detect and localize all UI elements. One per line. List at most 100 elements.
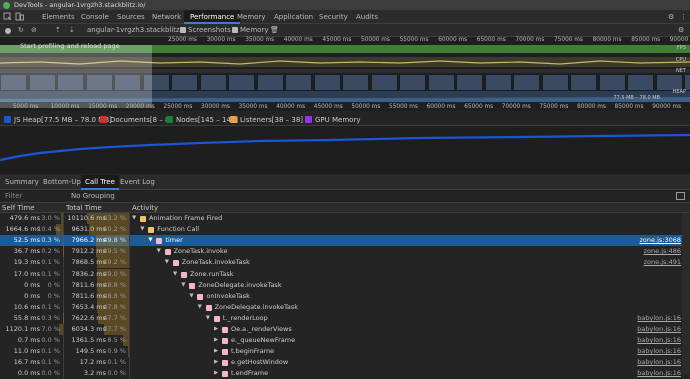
- expanded-arrow-icon[interactable]: ▼: [206, 313, 210, 324]
- table-row[interactable]: 1664.6 ms10.4 %9631.0 ms60.2 %▼Function …: [0, 224, 690, 235]
- source-link[interactable]: babylon.js:16: [637, 324, 681, 335]
- memory-legend-item[interactable]: JS Heap[77.5 MB – 78.0 MB]: [4, 114, 112, 126]
- collapsed-arrow-icon[interactable]: ▶: [214, 324, 218, 335]
- expanded-arrow-icon[interactable]: ▼: [157, 246, 161, 257]
- clear-icon[interactable]: ⊘: [31, 24, 37, 37]
- table-row[interactable]: 10.6 ms0.1 %7653.4 ms47.8 %▼ZoneDelegate…: [0, 302, 690, 313]
- grouping-select[interactable]: No Grouping: [71, 190, 115, 203]
- source-link[interactable]: zone.js:3068: [640, 235, 682, 246]
- tab-console[interactable]: Console: [81, 10, 109, 24]
- memory-legend-item[interactable]: Documents[8 – 8]: [100, 114, 172, 126]
- selection-window[interactable]: [0, 45, 152, 108]
- table-row[interactable]: 16.7 ms0.1 %17.2 ms0.1 %▶e.getHostWindow…: [0, 357, 690, 368]
- expanded-arrow-icon[interactable]: ▼: [132, 213, 136, 224]
- memory-legend-item[interactable]: Listeners[38 – 38]: [230, 114, 303, 126]
- self-time-cell: 19.3 ms0.1 %: [0, 257, 64, 268]
- expanded-arrow-icon[interactable]: ▼: [140, 224, 144, 235]
- total-time-cell: 7912.2 ms49.5 %: [64, 246, 130, 257]
- legend-checkbox-icon: [166, 116, 173, 123]
- tab-security[interactable]: Security: [319, 10, 348, 24]
- screenshot-thumbnail: [399, 74, 426, 91]
- table-row[interactable]: 0 ms0 %7811.6 ms48.8 %▼onInvokeTask: [0, 291, 690, 302]
- more-menu-icon[interactable]: ⋮: [680, 10, 687, 24]
- expanded-arrow-icon[interactable]: ▼: [148, 235, 152, 246]
- source-link[interactable]: babylon.js:16: [637, 346, 681, 357]
- source-link[interactable]: zone.js:486: [644, 246, 681, 257]
- memory-legend-item[interactable]: Nodes[145 – 145]: [166, 114, 238, 126]
- tab-network[interactable]: Network: [152, 10, 181, 24]
- tab-audits[interactable]: Audits: [356, 10, 378, 24]
- timeline-overview[interactable]: 25000 ms30000 ms35000 ms40000 ms45000 ms…: [0, 37, 690, 111]
- load-profile-icon[interactable]: ⇡: [55, 24, 61, 37]
- reload-record-icon[interactable]: ↻: [18, 24, 24, 37]
- collapsed-arrow-icon[interactable]: ▶: [214, 346, 218, 357]
- table-row[interactable]: 36.7 ms0.2 %7912.2 ms49.5 %▼ZoneTask.inv…: [0, 246, 690, 257]
- activity-cell: ▶t.beginFramebabylon.js:16: [130, 346, 690, 357]
- capture-settings-gear-icon[interactable]: ⚙: [678, 24, 684, 37]
- collect-garbage-icon[interactable]: 🗑: [270, 24, 279, 37]
- table-row[interactable]: 0 ms0 %7811.6 ms48.8 %▼ZoneDelegate.invo…: [0, 280, 690, 291]
- tab-performance[interactable]: Performance: [184, 10, 240, 24]
- activity-name: ZoneDelegate.invokeTask: [198, 280, 281, 291]
- table-row[interactable]: 1120.1 ms7.0 %6034.3 ms37.7 %▶Oe.a._rend…: [0, 324, 690, 335]
- tab-memory[interactable]: Memory: [237, 10, 265, 24]
- tab-bottom-up[interactable]: Bottom-Up: [43, 175, 81, 190]
- tab-summary[interactable]: Summary: [5, 175, 39, 190]
- expanded-arrow-icon[interactable]: ▼: [165, 257, 169, 268]
- expanded-arrow-icon[interactable]: ▼: [173, 269, 177, 280]
- collapsed-arrow-icon[interactable]: ▶: [214, 357, 218, 368]
- settings-gear-icon[interactable]: ⚙: [668, 10, 674, 24]
- total-time-percent: 8.5 %: [107, 335, 126, 346]
- category-color-icon: [222, 349, 228, 355]
- total-time-percent: 49.2 %: [103, 257, 126, 268]
- screenshots-checkbox[interactable]: Screenshots: [180, 24, 231, 37]
- source-link[interactable]: babylon.js:16: [637, 313, 681, 324]
- tab-application[interactable]: Application: [274, 10, 313, 24]
- category-color-icon: [140, 216, 146, 222]
- total-time-percent: 37.7 %: [103, 324, 126, 335]
- call-tree-scrollbar[interactable]: [682, 213, 690, 374]
- self-time-value: 10.6 ms: [14, 302, 40, 313]
- tab-elements[interactable]: Elements: [42, 10, 75, 24]
- expanded-arrow-icon[interactable]: ▼: [198, 302, 202, 313]
- profile-select[interactable]: angular-1vrgzh3.stackblitz...: [87, 24, 186, 37]
- activity-name: ZoneTask.invokeTask: [182, 257, 250, 268]
- tab-event-log[interactable]: Event Log: [120, 175, 155, 190]
- record-button[interactable]: [4, 24, 12, 37]
- source-link[interactable]: babylon.js:16: [637, 357, 681, 368]
- total-time-cell: 7811.6 ms48.8 %: [64, 280, 130, 291]
- source-link[interactable]: babylon.js:16: [637, 335, 681, 346]
- total-time-header[interactable]: Total Time: [66, 203, 102, 213]
- tab-sources[interactable]: Sources: [117, 10, 145, 24]
- ruler-tick-label: 20000 ms: [126, 104, 155, 110]
- device-toolbar-icon[interactable]: [15, 10, 24, 24]
- expanded-arrow-icon[interactable]: ▼: [189, 291, 193, 302]
- source-link[interactable]: zone.js:491: [644, 257, 681, 268]
- total-time-value: 7622.6 ms: [71, 313, 106, 324]
- category-color-icon: [214, 316, 220, 322]
- ruler-tick-label: 45000 ms: [314, 104, 343, 110]
- table-row[interactable]: 52.5 ms0.3 %7966.2 ms49.8 %▼timerzone.js…: [0, 235, 690, 246]
- table-row[interactable]: 0.7 ms0.0 %1361.5 ms8.5 %▶e._queueNewFra…: [0, 335, 690, 346]
- expanded-arrow-icon[interactable]: ▼: [181, 280, 185, 291]
- self-time-header[interactable]: Self Time: [2, 203, 35, 213]
- table-row[interactable]: 11.0 ms0.1 %149.5 ms0.9 %▶t.beginFrameba…: [0, 346, 690, 357]
- memory-legend-item[interactable]: GPU Memory: [305, 114, 360, 126]
- table-row[interactable]: 55.8 ms0.3 %7622.6 ms47.7 %▼t._renderLoo…: [0, 313, 690, 324]
- total-time-percent: 49.5 %: [103, 246, 126, 257]
- table-row[interactable]: 19.3 ms0.1 %7868.5 ms49.2 %▼ZoneTask.inv…: [0, 257, 690, 268]
- save-profile-icon[interactable]: ⇣: [69, 24, 75, 37]
- ruler-tick-label: 60000 ms: [438, 37, 467, 43]
- tab-call-tree[interactable]: Call Tree: [81, 175, 119, 190]
- activity-header[interactable]: Activity: [132, 203, 158, 213]
- collapsed-arrow-icon[interactable]: ▶: [214, 335, 218, 346]
- inspect-element-icon[interactable]: [3, 10, 12, 24]
- table-row[interactable]: 479.6 ms3.0 %10110.6 ms63.2 %▼Animation …: [0, 213, 690, 224]
- ruler-tick-label: 40000 ms: [284, 37, 313, 43]
- memory-checkbox[interactable]: Memory: [232, 24, 268, 37]
- filter-input[interactable]: Filter: [5, 190, 22, 203]
- table-row[interactable]: 17.0 ms0.1 %7836.2 ms49.0 %▼Zone.runTask: [0, 269, 690, 280]
- total-time-cell: 6034.3 ms37.7 %: [64, 324, 130, 335]
- toggle-sidebar-icon[interactable]: [676, 192, 685, 200]
- total-time-value: 149.5 ms: [76, 346, 106, 357]
